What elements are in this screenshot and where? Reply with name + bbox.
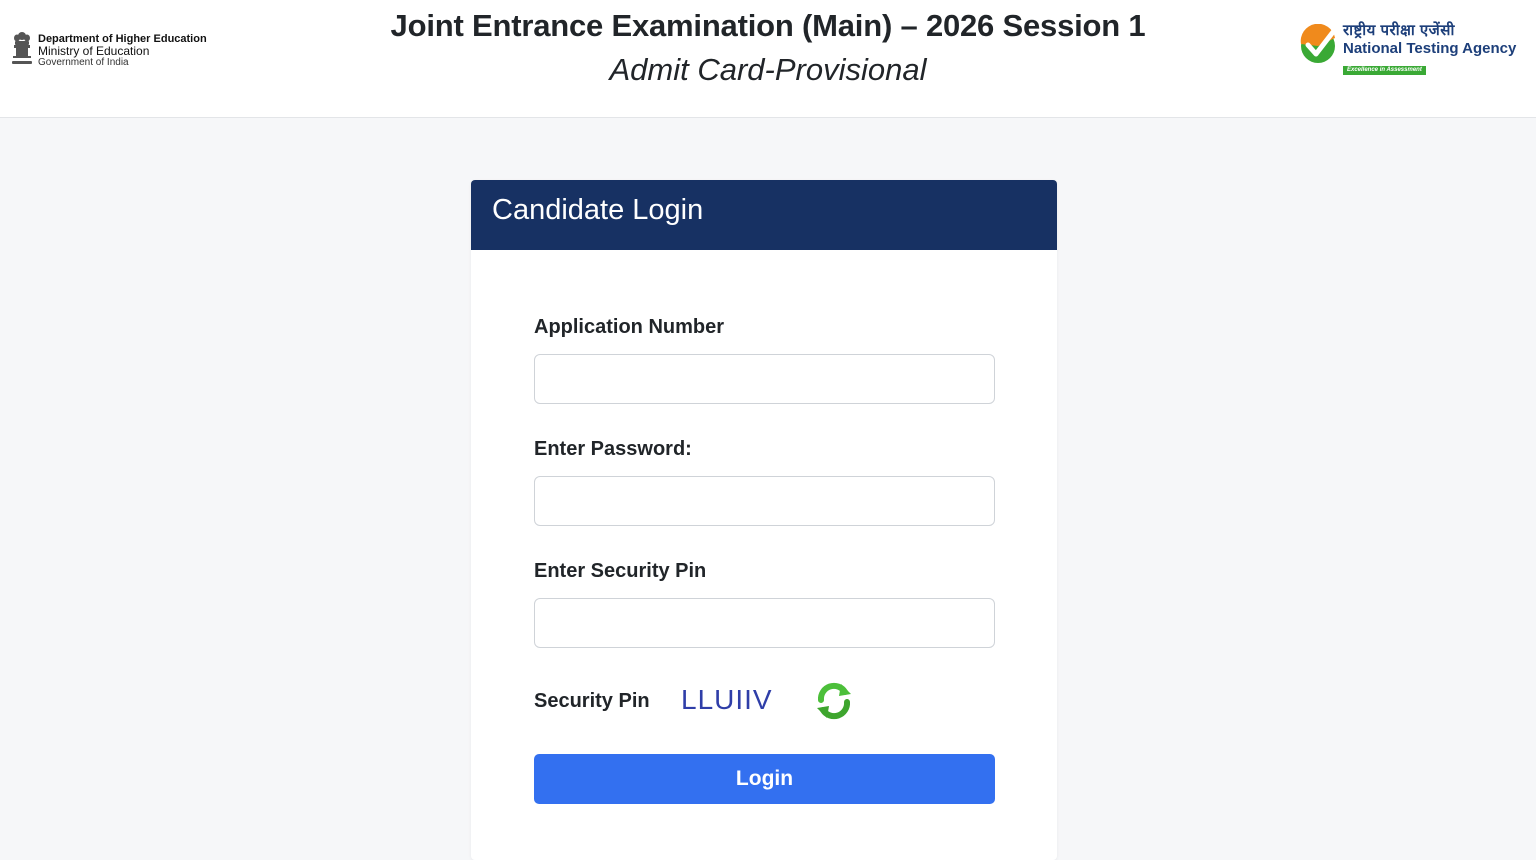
password-label: Enter Password:	[534, 438, 692, 460]
agency-english-name: National Testing Agency	[1343, 40, 1517, 57]
login-card: Candidate Login Application Number Enter…	[471, 180, 1057, 860]
application-number-label: Application Number	[534, 316, 725, 338]
site-header: Department of Higher Education Ministry …	[0, 0, 1536, 118]
ashoka-emblem-icon	[12, 32, 32, 64]
captcha-row: Security Pin LLUIIV	[534, 680, 995, 724]
department-branding: Department of Higher Education Ministry …	[10, 30, 207, 70]
government-name: Government of India	[38, 57, 129, 68]
agency-branding: राष्ट्रीय परीक्षा एजेंसी National Testin…	[1300, 22, 1530, 75]
security-pin-input[interactable]	[534, 598, 995, 648]
application-number-input[interactable]	[534, 354, 995, 404]
login-button[interactable]: Login	[534, 754, 995, 804]
login-card-header: Candidate Login	[471, 180, 1057, 250]
agency-tagline: Excellence in Assessment	[1343, 66, 1426, 75]
ministry-name: Ministry of Education	[38, 44, 150, 58]
nta-check-logo-icon	[1300, 24, 1336, 63]
captcha-label: Security Pin	[534, 690, 650, 712]
captcha-code: LLUIIV	[681, 684, 773, 715]
password-input[interactable]	[534, 476, 995, 526]
agency-hindi-name: राष्ट्रीय परीक्षा एजेंसी	[1343, 22, 1455, 39]
security-pin-label: Enter Security Pin	[534, 560, 707, 582]
login-card-title: Candidate Login	[492, 193, 704, 226]
refresh-icon[interactable]	[813, 680, 855, 722]
